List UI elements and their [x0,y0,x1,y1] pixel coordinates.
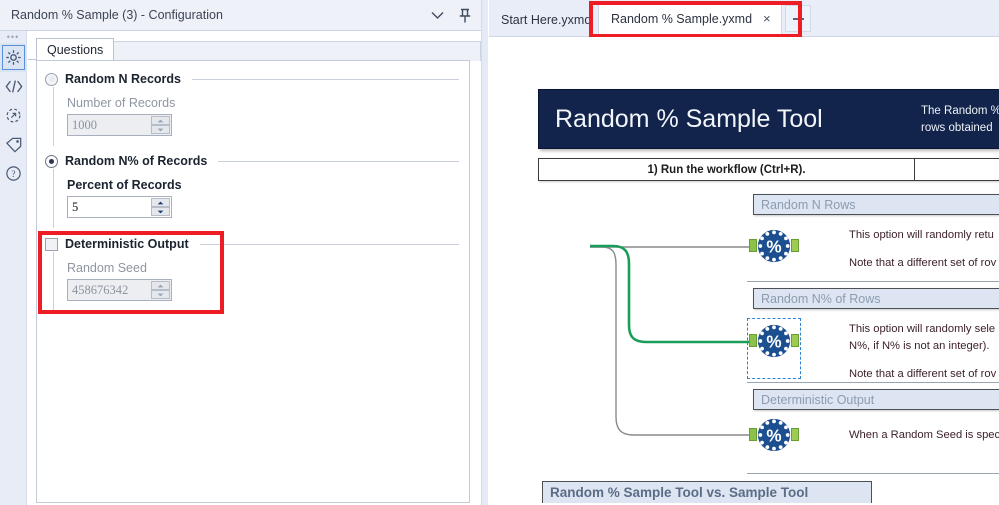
number-of-records-value: 1000 [72,117,97,132]
panel-splitter[interactable] [481,0,489,505]
titlebar-buttons [425,0,477,31]
document-tabbar: Start Here.yxmd × Random % Sample.yxmd × [489,0,999,37]
panel-icon-rail: ••• ? [0,31,27,505]
tab-label: Start Here.yxmd [501,12,592,27]
document-canvas[interactable]: Random % Sample Tool The Random % rows o… [489,37,999,505]
group-header[interactable]: Random N Records [45,71,459,87]
collapse-chevron-icon[interactable] [425,3,450,28]
stepper-up-icon[interactable] [151,116,170,125]
questions-form: Random N Records Number of Records 1000 [36,60,470,503]
group-random-n-pct-records: Random N% of Records Percent of Records … [45,153,459,228]
input-port[interactable] [749,334,757,347]
stepper-up-icon[interactable] [151,281,170,290]
random-percent-sample-tool-icon[interactable]: % [749,227,799,265]
svg-text:%: % [766,333,781,352]
tabstrip-filler [107,41,481,61]
stepper-buttons [151,116,170,134]
random-percent-sample-tool-icon[interactable]: % [749,322,799,360]
input-port[interactable] [749,428,757,441]
configuration-tabstrip: Questions [28,38,481,61]
close-icon[interactable]: × [763,11,771,26]
section-divider [747,281,999,282]
desc-line: This option will randomly sele [849,323,996,335]
random-percent-sample-tool-icon[interactable]: % [749,416,799,454]
desc-spacer [849,355,999,366]
stepper-down-icon[interactable] [151,207,170,216]
document-panel: Start Here.yxmd × Random % Sample.yxmd ×… [489,0,999,505]
stepper-down-icon[interactable] [151,125,170,134]
field-label-percent-of-records: Percent of Records [67,178,182,192]
group-header[interactable]: Deterministic Output [45,236,459,252]
group-divider [199,243,459,245]
group-deterministic-output: Deterministic Output Random Seed 4586763… [45,236,459,311]
svg-text:?: ? [11,170,15,180]
refresh-circle-icon[interactable] [0,101,27,130]
group-label: Random N% of Records [65,154,208,168]
group-body: Number of Records 1000 [53,87,459,146]
section-divider [747,473,999,474]
field-label-random-seed: Random Seed [67,261,147,275]
svg-text:%: % [766,427,781,446]
radio-random-n-records[interactable] [45,72,58,86]
configuration-panel: Random % Sample (3) - Configuration ••• [0,0,481,505]
stepper-buttons [151,198,170,216]
page-title: Random % Sample (3) - Configuration [11,8,223,22]
code-brackets-icon[interactable] [0,72,27,101]
pin-icon[interactable] [452,3,477,28]
random-seed-value: 458676342 [72,282,129,297]
percent-of-records-value: 5 [72,199,79,214]
configuration-titlebar: Random % Sample (3) - Configuration [0,0,481,31]
checkbox-deterministic-output[interactable] [45,237,58,251]
group-header[interactable]: Random N% of Records [45,153,459,169]
stepper-down-icon[interactable] [151,290,170,299]
section-label-comparison: Random % Sample Tool vs. Sample Tool [542,481,872,503]
rail-drag-dots-icon[interactable]: ••• [0,31,26,43]
section-desc-deterministic-output: When a Random Seed is speci [849,427,999,444]
svg-text:%: % [766,238,781,257]
random-seed-stepper[interactable]: 458676342 [67,279,172,301]
tab-label: Random % Sample.yxmd [611,11,753,26]
desc-line: N%, if N% is not an integer). [849,339,990,352]
output-port[interactable] [791,334,799,347]
tag-icon[interactable] [0,130,27,159]
tab-questions[interactable]: Questions [36,38,115,61]
section-label-deterministic-output: Deterministic Output [753,389,999,410]
input-port[interactable] [749,239,757,252]
stepper-up-icon[interactable] [151,198,170,207]
section-desc-random-n-pct-of-rows: This option will randomly sele N%, if N%… [849,321,999,382]
section-desc-random-n-rows: This option will randomly retu Note that… [849,227,999,272]
group-label: Random N Records [65,72,181,86]
desc-line: This option will randomly retu [849,229,994,241]
section-label-random-n-pct-of-rows: Random N% of Rows [753,288,999,309]
desc-line: When a Random Seed is speci [849,429,999,441]
desc-line: Note that a different set of rov [849,256,997,269]
group-body: Random Seed 458676342 [53,252,459,311]
output-port[interactable] [791,239,799,252]
help-question-icon[interactable]: ? [0,159,27,188]
gear-icon[interactable] [0,43,27,72]
desc-spacer [849,244,999,255]
group-body: Percent of Records 5 [53,169,459,228]
number-of-records-stepper[interactable]: 1000 [67,114,172,136]
section-label-random-n-rows: Random N Rows [753,194,999,215]
percent-of-records-stepper[interactable]: 5 [67,196,172,218]
group-divider [192,78,459,80]
field-label-number-of-records: Number of Records [67,96,176,110]
application-window: Random % Sample (3) - Configuration ••• [0,0,999,505]
output-port[interactable] [791,428,799,441]
group-label: Deterministic Output [65,237,189,251]
group-divider [218,160,459,162]
section-divider [747,382,999,383]
stepper-buttons [151,281,170,299]
desc-line: Note that a different set of rov [849,367,997,380]
tab-random-pct-sample[interactable]: Random % Sample.yxmd × [598,1,782,37]
radio-random-n-pct-records[interactable] [45,154,58,168]
group-random-n-records: Random N Records Number of Records 1000 [45,71,459,146]
minus-icon [792,17,804,20]
new-tab-button[interactable] [785,5,811,32]
